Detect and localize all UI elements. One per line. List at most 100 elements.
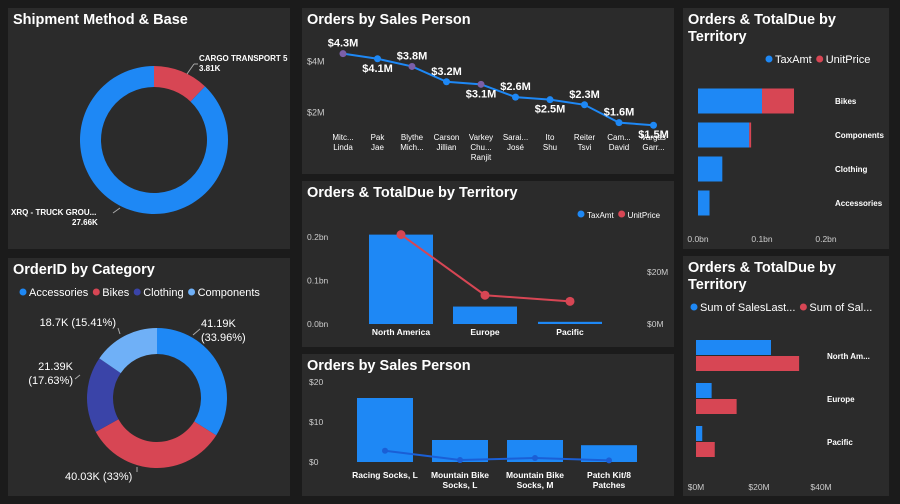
legend-label: UnitPrice: [628, 211, 661, 220]
territory-hbar-chart[interactable]: Sum of SalesLast... Sum of Sal... North Am…: [683, 256, 889, 496]
sales-person-line-panel: Orders by Sales Person $2M $4M $4.3M $4.1M $…: [302, 8, 674, 174]
x-tick-label: North America: [372, 327, 431, 337]
unitprice-point: [396, 230, 406, 240]
data-point: [615, 119, 623, 127]
legend-marker: [618, 210, 626, 218]
data-point: [339, 50, 347, 58]
x-tick-label: Ranjit: [471, 153, 492, 162]
x-tick-label: $0M: [688, 482, 705, 492]
data-point: [443, 78, 450, 86]
bar-taxamt: [698, 122, 750, 148]
data-point: [477, 80, 485, 88]
data-label: $2.5M: [535, 104, 566, 116]
x-tick-label: Cam...: [607, 133, 631, 142]
x-tick-label: Jae: [371, 143, 384, 152]
x-tick-label: $20M: [748, 482, 769, 492]
legend-marker: [577, 210, 585, 218]
category-donut-chart[interactable]: Accessories Bikes Clothing Components 41.19K…: [8, 258, 290, 496]
y-tick-label: 0.2bn: [307, 232, 329, 242]
legend-label: Components: [198, 287, 261, 299]
x-tick-label: Racing Socks, L: [352, 470, 418, 480]
data-label: $4.3M: [328, 38, 359, 50]
y-tick-label: 0.0bn: [307, 319, 329, 329]
slice-label: 21.39K: [38, 361, 74, 373]
x-tick-label: Vargas: [641, 133, 666, 142]
legend-label: TaxAmt: [587, 211, 614, 220]
x-tick-label: $40M: [810, 482, 831, 492]
x-tick-label: Mountain Bike: [506, 470, 564, 480]
x-tick-label: Carson: [434, 133, 460, 142]
x-tick-label: 0.1bn: [751, 234, 773, 244]
category-hbar-chart[interactable]: TaxAmt UnitPrice Bikes Components Clothing Ac…: [683, 8, 889, 249]
legend-label: TaxAmt: [775, 54, 812, 66]
bar-series-2: [696, 442, 715, 457]
x-tick-label: Tsvi: [578, 143, 592, 152]
slice-value: 27.66K: [72, 218, 98, 227]
territory-combo-panel: Orders & TotalDue by Territory TaxAmt Uni…: [302, 181, 674, 347]
category-label: Pacific: [827, 438, 853, 447]
bar-unitprice: [762, 88, 794, 114]
product-bar-chart[interactable]: $0$10$20Racing Socks, L Mountain BikeSock…: [302, 354, 674, 496]
sales-person-line-chart[interactable]: $2M $4M$4.3M $4.1M $3.8M$3.2M $3.1M$2.6M $2.5…: [302, 8, 674, 174]
x-tick-label: Linda: [333, 143, 353, 152]
y2-tick-label: $0M: [647, 319, 664, 329]
leader-line: [192, 328, 201, 336]
y2-tick-label: $20M: [647, 267, 668, 277]
bar-series-1: [696, 426, 703, 441]
x-tick-label: Socks, L: [443, 480, 478, 490]
x-tick-label: Pak: [371, 133, 386, 142]
bar-series-1: [696, 340, 771, 355]
y-tick-label: $4M: [307, 56, 325, 66]
shipment-donut-chart[interactable]: CARGO TRANSPORT 53.81K XRQ - TRUCK GROU..…: [8, 8, 290, 249]
bar-taxamt: [453, 306, 517, 324]
legend-label: Sum of SalesLast...: [700, 302, 795, 314]
category-label: North Am...: [827, 352, 870, 361]
category-hbar-panel: Orders & TotalDue by Territory TaxAmt Uni…: [683, 8, 889, 249]
x-tick-label: Mitc...: [332, 133, 353, 142]
legend-label: Clothing: [143, 287, 183, 299]
y-tick-label: $2M: [307, 107, 325, 117]
donut-slice-2: [95, 419, 217, 468]
x-tick-label: Reiter: [574, 133, 596, 142]
x-tick-label: Garr...: [642, 143, 664, 152]
donut-slice-2: [80, 66, 229, 214]
x-tick-label: José: [507, 143, 524, 152]
slice-label: 18.7K (15.41%): [40, 317, 116, 329]
data-point: [457, 457, 463, 463]
x-tick-label: Mich...: [400, 143, 424, 152]
legend-marker: [188, 288, 196, 296]
category-label: Components: [835, 131, 884, 140]
leader-line: [112, 207, 121, 214]
x-tick-label: David: [609, 143, 629, 152]
data-label: $3.8M: [397, 50, 428, 62]
slice-label: XRQ - TRUCK GROU...: [11, 208, 96, 217]
x-tick-label: Chu...: [470, 143, 491, 152]
bar-taxamt: [538, 321, 602, 324]
legend-marker: [92, 288, 100, 296]
territory-combo-chart[interactable]: TaxAmt UnitPrice 0.0bn 0.1bn 0.2bn $0M $20M Nor…: [302, 181, 674, 347]
bar-taxamt: [698, 190, 710, 216]
legend-marker: [19, 288, 27, 296]
slice-label: CARGO TRANSPORT 5: [199, 54, 288, 63]
donut-slice-1: [157, 328, 227, 436]
legend-marker: [133, 288, 141, 296]
series-line: [384, 449, 610, 462]
data-point: [650, 121, 657, 129]
x-tick-label: Sarai...: [503, 133, 528, 142]
data-point: [581, 101, 588, 109]
slice-label: (17.63%): [28, 375, 73, 387]
product-bar-panel: Orders by Sales Person $0 $10 $20 Racing So…: [302, 354, 674, 496]
legend-label: Accessories: [29, 287, 89, 299]
bar-series-2: [696, 399, 737, 414]
legend-marker: [816, 55, 824, 63]
x-tick-label: Varkey: [469, 133, 493, 142]
leader-line: [117, 327, 121, 335]
leader-line: [186, 63, 195, 75]
x-tick-label: Patches: [593, 480, 626, 490]
slice-label: 40.03K (33%): [65, 471, 132, 483]
category-label: Europe: [827, 395, 855, 404]
data-label: $4.1M: [362, 63, 393, 75]
x-tick-label: Mountain Bike: [431, 470, 489, 480]
y-tick-label: $10: [309, 417, 323, 427]
territory-hbar-panel: Orders & TotalDue by Territory Sum of Sa…: [683, 256, 889, 496]
